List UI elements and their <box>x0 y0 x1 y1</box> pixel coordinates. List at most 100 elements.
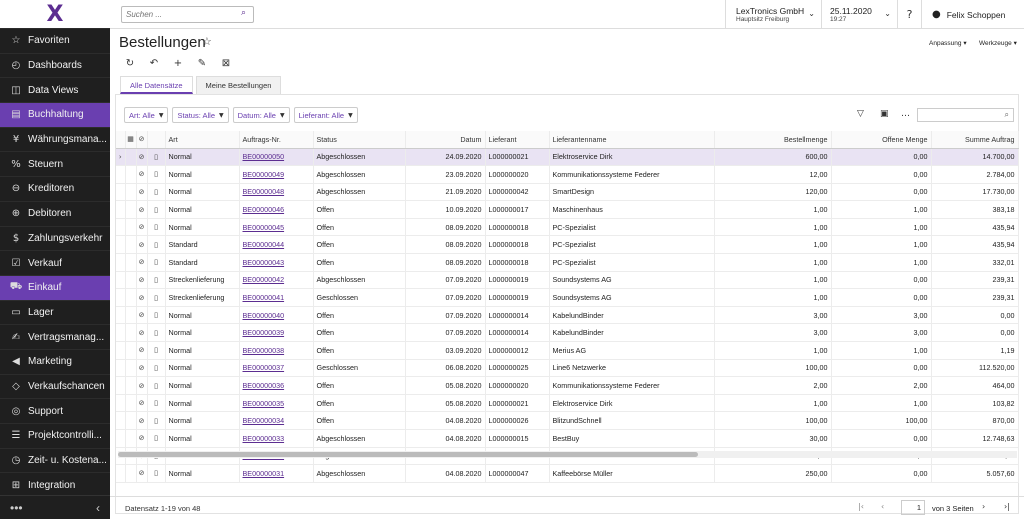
customize-menu[interactable]: Anpassung ▾ <box>929 39 967 47</box>
cell-order-no[interactable]: BE00000031 <box>239 464 314 483</box>
sidebar-item[interactable]: $ Zahlungsverkehr <box>0 225 110 251</box>
more-options-icon[interactable]: … <box>901 109 910 119</box>
undo-icon[interactable]: ↶ <box>145 56 163 72</box>
col-header-open-qty[interactable]: Offene Menge <box>831 131 932 149</box>
collapse-sidebar-icon[interactable]: ‹ <box>96 501 100 515</box>
cell-order-no[interactable]: BE00000043 <box>239 253 314 272</box>
cell-order-no[interactable]: BE00000045 <box>239 218 314 237</box>
cell-order-no[interactable]: BE00000033 <box>239 429 314 448</box>
cell-order-no[interactable]: BE00000041 <box>239 288 314 307</box>
search-input[interactable] <box>121 6 254 23</box>
table-row[interactable]: ⊘ ▯ Normal BE00000049 Abgeschlossen 23.09.202… <box>116 165 1019 184</box>
table-row[interactable]: ⊘ ▯ Normal BE00000046 Offen 10.09.2020 L000000… <box>116 200 1019 219</box>
table-row[interactable]: ⊘ ▯ Normal BE00000040 Offen 07.09.2020 L000000… <box>116 306 1019 325</box>
col-header-status[interactable]: Status <box>313 131 406 149</box>
page-number-input[interactable]: 1 <box>901 500 925 515</box>
table-row[interactable]: ⊘ ▯ Normal BE00000033 Abgeschlossen 04.08.202… <box>116 429 1019 448</box>
checkbox-icon[interactable] <box>125 359 137 378</box>
horizontal-scrollbar[interactable] <box>118 451 1017 458</box>
table-row[interactable]: ⊘ ▯ Normal BE00000039 Offen 07.09.2020 L000000… <box>116 323 1019 343</box>
sidebar-item[interactable]: ◎ Support <box>0 398 110 423</box>
col-header-order-no[interactable]: Auftrags-Nr. <box>239 131 314 149</box>
refresh-icon[interactable]: ↻ <box>121 56 139 72</box>
checkbox-icon[interactable] <box>125 288 137 307</box>
table-row[interactable]: ⊘ ▯ Normal BE00000031 Abgeschlossen 04.08.202… <box>116 464 1019 483</box>
sidebar-item[interactable]: ⊖ Kreditoren <box>0 176 110 201</box>
table-row[interactable]: ⊘ ▯ Standard BE00000043 Offen 08.09.2020 L0000… <box>116 253 1019 272</box>
sidebar-item[interactable]: ◷ Zeit- u. Kostena... <box>0 447 110 473</box>
cell-order-no[interactable]: BE00000046 <box>239 200 314 219</box>
sidebar-item[interactable]: ▤ Buchhaltung <box>0 102 110 127</box>
filter-date[interactable]: Datum: Alle ▼ <box>232 107 290 123</box>
checkbox-icon[interactable] <box>125 235 137 255</box>
favorite-star-icon[interactable]: ☆ <box>202 35 212 48</box>
cell-order-no[interactable]: BE00000036 <box>239 376 314 395</box>
table-row[interactable]: › ⊘ ▯ Normal BE00000050 Abgeschlossen 24.09.20… <box>116 148 1019 167</box>
table-row[interactable]: ⊘ ▯ Normal BE00000038 Offen 03.09.2020 L000000… <box>116 341 1019 360</box>
sidebar-item[interactable]: % Steuern <box>0 151 110 176</box>
checkbox-icon[interactable] <box>125 323 137 343</box>
cell-order-no[interactable]: BE00000049 <box>239 165 314 184</box>
table-row[interactable]: ⊘ ▯ Standard BE00000044 Offen 08.09.2020 L0000… <box>116 235 1019 255</box>
checkbox-icon[interactable] <box>125 218 137 237</box>
checkbox-icon[interactable] <box>125 306 137 325</box>
sidebar-item[interactable]: ☑ Verkauf <box>0 250 110 275</box>
column-settings-icon[interactable]: ▦ <box>125 131 137 149</box>
date-selector[interactable]: 25.11.2020 19:27 ⌄ <box>821 0 897 29</box>
next-page-icon[interactable]: › <box>982 502 985 511</box>
filter-status[interactable]: Status: Alle ▼ <box>172 107 229 123</box>
cell-order-no[interactable]: BE00000044 <box>239 235 314 255</box>
checkbox-icon[interactable] <box>125 376 137 395</box>
sidebar-item[interactable]: ◀ Marketing <box>0 348 110 374</box>
checkbox-icon[interactable] <box>125 341 137 360</box>
cell-order-no[interactable]: BE00000038 <box>239 341 314 360</box>
more-icon[interactable]: ••• <box>10 501 23 515</box>
table-row[interactable]: ⊘ ▯ Normal BE00000037 Geschlossen 06.08.2020 L… <box>116 359 1019 378</box>
col-header-order-qty[interactable]: Bestellmenge <box>714 131 832 149</box>
last-page-icon[interactable]: ›| <box>1004 502 1010 511</box>
table-row[interactable]: ⊘ ▯ Normal BE00000034 Offen 04.08.2020 L000000… <box>116 411 1019 430</box>
col-header-supplier[interactable]: Lieferant <box>485 131 550 149</box>
checkbox-icon[interactable] <box>125 411 137 430</box>
checkbox-icon[interactable] <box>125 464 137 483</box>
table-row[interactable]: ⊘ ▯ Normal BE00000048 Abgeschlossen 21.09.202… <box>116 183 1019 202</box>
col-header-supplier-name[interactable]: Lieferantenname <box>549 131 715 149</box>
cell-order-no[interactable]: BE00000035 <box>239 394 314 413</box>
sidebar-item[interactable]: ✍ Vertragsmanag... <box>0 324 110 349</box>
sidebar-item[interactable]: ⛟ Einkauf <box>0 274 110 300</box>
cell-order-no[interactable]: BE00000034 <box>239 411 314 430</box>
table-row[interactable]: ⊘ ▯ Streckenlieferung BE00000042 Abgeschloss… <box>116 271 1019 290</box>
prev-page-icon[interactable]: ‹ <box>881 502 884 511</box>
tools-menu[interactable]: Werkzeuge ▾ <box>979 39 1017 47</box>
cell-order-no[interactable]: BE00000039 <box>239 323 314 343</box>
filter-type[interactable]: Art: Alle ▼ <box>124 107 169 123</box>
table-row[interactable]: ⊘ ▯ Normal BE00000035 Offen 05.08.2020 L000000… <box>116 394 1019 413</box>
tab-all-records[interactable]: Alle Datensätze <box>120 76 193 94</box>
grid-search-input[interactable]: ⌕ <box>917 108 1014 122</box>
col-header-type[interactable]: Art <box>165 131 240 149</box>
col-header-order-total[interactable]: Summe Auftrag <box>931 131 1019 149</box>
tab-my-orders[interactable]: Meine Bestellungen <box>195 76 282 94</box>
first-page-icon[interactable]: |‹ <box>858 502 864 511</box>
sidebar-item[interactable]: ◇ Verkaufschancen <box>0 373 110 399</box>
help-icon[interactable]: ? <box>897 0 921 29</box>
cell-order-no[interactable]: BE00000050 <box>239 148 314 167</box>
cell-order-no[interactable]: BE00000037 <box>239 359 314 378</box>
checkbox-icon[interactable] <box>125 148 137 167</box>
checkbox-icon[interactable] <box>125 253 137 272</box>
checkbox-icon[interactable] <box>125 200 137 219</box>
sidebar-item[interactable]: ☆ Favoriten <box>0 28 110 53</box>
checkbox-icon[interactable] <box>125 429 137 448</box>
scrollbar-thumb[interactable] <box>118 452 698 457</box>
checkbox-icon[interactable] <box>125 271 137 290</box>
filter-supplier[interactable]: Lieferant: Alle ▼ <box>293 107 358 123</box>
col-header-date[interactable]: Datum <box>405 131 486 149</box>
table-row[interactable]: ⊘ ▯ Streckenlieferung BE00000041 Geschlossen… <box>116 288 1019 307</box>
checkbox-icon[interactable] <box>125 183 137 202</box>
sidebar-item[interactable]: ⊕ Debitoren <box>0 200 110 226</box>
table-row[interactable]: ⊘ ▯ Normal BE00000036 Offen 05.08.2020 L000000… <box>116 376 1019 395</box>
excel-export-icon[interactable]: ⊠ <box>217 56 235 72</box>
cell-order-no[interactable]: BE00000042 <box>239 271 314 290</box>
filter-funnel-icon[interactable]: ▽ <box>857 109 864 119</box>
edit-pencil-icon[interactable]: ✎ <box>193 56 211 72</box>
